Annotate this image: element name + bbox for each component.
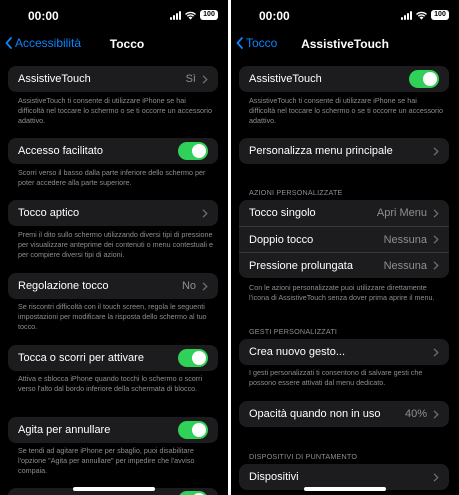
- status-bar: 00:00 100: [0, 8, 228, 26]
- section-header-azioni: AZIONI PERSONALIZZATE: [249, 188, 343, 197]
- row-label: Pressione prolungata: [249, 259, 353, 272]
- row-label: Dispositivi: [249, 471, 299, 483]
- partial-toggle[interactable]: [178, 491, 208, 495]
- regolazione-note: Se riscontri difficoltà con il touch scr…: [18, 302, 207, 332]
- section-header-puntamento: DISPOSITIVI DI PUNTAMENTO: [249, 452, 358, 461]
- row-label: Personalizza menu principale: [249, 145, 393, 157]
- chevron-right-icon: [433, 472, 439, 482]
- row-label: Crea nuovo gesto...: [249, 346, 346, 358]
- row-label: AssistiveTouch: [249, 73, 322, 85]
- regolazione-cell: Regolazione tocco No: [8, 273, 218, 299]
- navigation-bar: Accessibilità Tocco: [0, 34, 228, 54]
- tocco-singolo-row[interactable]: Tocco singolo Apri Menu: [239, 200, 449, 226]
- assistivetouch-toggle[interactable]: [409, 70, 439, 88]
- row-label: Doppio tocco: [249, 233, 314, 246]
- assistivetouch-cell: AssistiveTouch: [239, 66, 449, 92]
- aptico-cell: Tocco aptico: [8, 200, 218, 226]
- back-label: Accessibilità: [15, 36, 82, 50]
- accesso-note: Scorri verso il basso dalla parte inferi…: [18, 168, 206, 188]
- opacita-cell: Opacità quando non in uso 40%: [239, 401, 449, 427]
- row-label: Agita per annullare: [18, 424, 111, 436]
- home-indicator: [304, 487, 386, 491]
- row-value: Apri Menu: [376, 207, 427, 219]
- azioni-note: Con le azioni personalizzate puoi utiliz…: [249, 283, 435, 303]
- status-bar: 00:00 100: [231, 8, 459, 26]
- tocco-aptico-row[interactable]: Tocco aptico: [8, 200, 218, 226]
- crea-gesto-row[interactable]: Crea nuovo gesto...: [239, 339, 449, 365]
- back-button[interactable]: Accessibilità: [5, 36, 81, 50]
- chevron-right-icon: [433, 208, 439, 218]
- agita-cell: Agita per annullare: [8, 417, 218, 443]
- assistivetouch-settings-screen: 00:00 100 Tocco AssistiveTouch Assistive…: [231, 0, 459, 495]
- cellular-signal-icon: [170, 10, 181, 20]
- row-value: 40%: [404, 408, 427, 420]
- chevron-left-icon: [236, 37, 243, 49]
- status-time: 00:00: [259, 9, 290, 23]
- back-button[interactable]: Tocco: [236, 36, 277, 50]
- agita-annullare-row: Agita per annullare: [8, 417, 218, 443]
- agita-annullare-toggle[interactable]: [178, 421, 208, 439]
- tocca-scorri-note: Attiva e sblocca iPhone quando tocchi lo…: [18, 374, 203, 394]
- row-label: Opacità quando non in uso: [249, 408, 381, 420]
- row-label: Tocca o scorri per attivare: [18, 352, 144, 364]
- accesso-facilitato-row: Accesso facilitato: [8, 138, 218, 164]
- pressione-prolungata-row[interactable]: Pressione prolungata Nessuna: [239, 252, 449, 278]
- battery-icon: 100: [200, 10, 218, 20]
- row-value: Nessuna: [383, 259, 427, 272]
- personalizza-cell: Personalizza menu principale: [239, 138, 449, 164]
- chevron-right-icon: [433, 261, 439, 270]
- battery-icon: 100: [431, 10, 449, 20]
- tocca-scorri-toggle[interactable]: [178, 349, 208, 367]
- chevron-right-icon: [433, 146, 439, 156]
- status-time: 00:00: [28, 9, 59, 23]
- row-label: Accesso facilitato: [18, 145, 103, 157]
- touch-settings-screen: 00:00 100 Accessibilità Tocco AssistiveT…: [0, 0, 228, 495]
- agita-note: Se tendi ad agitare iPhone per sbaglio, …: [18, 446, 195, 476]
- chevron-right-icon: [202, 74, 208, 84]
- assistivetouch-row[interactable]: AssistiveTouch Sì: [8, 66, 218, 92]
- assistivetouch-row: AssistiveTouch: [239, 66, 449, 92]
- home-indicator: [73, 487, 155, 491]
- wifi-icon: [416, 11, 427, 20]
- row-label: Tocco singolo: [249, 207, 316, 219]
- chevron-right-icon: [202, 281, 208, 291]
- section-header-gesti: GESTI PERSONALIZZATI: [249, 327, 338, 336]
- row-value: No: [181, 280, 196, 292]
- gesti-cell: Crea nuovo gesto...: [239, 339, 449, 365]
- row-value: Sì: [185, 73, 196, 85]
- chevron-right-icon: [433, 409, 439, 419]
- opacita-row[interactable]: Opacità quando non in uso 40%: [239, 401, 449, 427]
- row-label: Tocco aptico: [18, 207, 80, 219]
- assistivetouch-note: AssistiveTouch ti consente di utilizzare…: [249, 96, 444, 126]
- doppio-tocco-row[interactable]: Doppio tocco Nessuna: [239, 226, 449, 252]
- chevron-right-icon: [433, 235, 439, 244]
- row-value: Nessuna: [383, 233, 427, 246]
- navigation-bar: Tocco AssistiveTouch: [231, 34, 459, 54]
- aptico-note: Premi il dito sullo schermo utilizzando …: [18, 230, 213, 260]
- wifi-icon: [185, 11, 196, 20]
- assistivetouch-note: AssistiveTouch ti consente di utilizzare…: [18, 96, 213, 126]
- personalizza-menu-row[interactable]: Personalizza menu principale: [239, 138, 449, 164]
- chevron-right-icon: [202, 208, 208, 218]
- cellular-signal-icon: [401, 10, 412, 20]
- chevron-left-icon: [5, 37, 12, 49]
- back-label: Tocco: [246, 36, 278, 50]
- row-label: Regolazione tocco: [18, 280, 109, 292]
- accesso-facilitato-toggle[interactable]: [178, 142, 208, 160]
- gesti-note: I gesti personalizzati ti consentono di …: [249, 368, 423, 388]
- row-label: AssistiveTouch: [18, 73, 91, 85]
- tocca-scorri-row: Tocca o scorri per attivare: [8, 345, 218, 371]
- assistivetouch-cell: AssistiveTouch Sì: [8, 66, 218, 92]
- regolazione-tocco-row[interactable]: Regolazione tocco No: [8, 273, 218, 299]
- tocca-scorri-cell: Tocca o scorri per attivare: [8, 345, 218, 371]
- azioni-cell: Tocco singolo Apri Menu Doppio tocco Nes…: [239, 200, 449, 278]
- chevron-right-icon: [433, 347, 439, 357]
- accesso-cell: Accesso facilitato: [8, 138, 218, 164]
